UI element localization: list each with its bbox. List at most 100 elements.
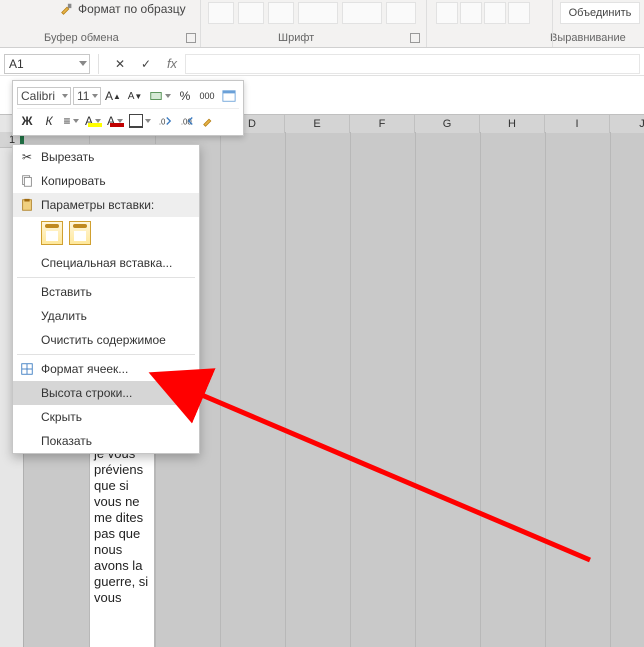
ribbon-button[interactable] xyxy=(238,2,264,24)
group-label-clipboard: Буфер обмена xyxy=(44,32,119,44)
align-button[interactable]: ≡ xyxy=(61,111,81,131)
svg-text:.0: .0 xyxy=(159,117,166,126)
ctx-label: Очистить содержимое xyxy=(41,333,166,347)
ribbon: Формат по образцу Буфер обмена Шрифт Выр… xyxy=(0,0,644,48)
ribbon-button[interactable] xyxy=(208,2,234,24)
ctx-label: Копировать xyxy=(41,174,106,188)
ctx-label: Вставить xyxy=(41,285,92,299)
accounting-format-button[interactable] xyxy=(147,86,173,106)
dialog-launcher-clipboard-icon[interactable] xyxy=(186,33,196,43)
copy-icon xyxy=(19,173,35,189)
gridline xyxy=(220,132,221,647)
ctx-label: Параметры вставки: xyxy=(41,198,154,212)
ctx-label: Скрыть xyxy=(41,410,82,424)
gridline xyxy=(545,132,546,647)
ctx-clear[interactable]: Очистить содержимое xyxy=(13,328,199,352)
group-label-font: Шрифт xyxy=(278,32,314,44)
name-box-value: A1 xyxy=(9,57,24,71)
ribbon-button[interactable] xyxy=(386,2,416,24)
ctx-show[interactable]: Показать xyxy=(13,429,199,453)
ctx-copy[interactable]: Копировать xyxy=(13,169,199,193)
bold-button[interactable]: Ж xyxy=(17,111,37,131)
format-cells-icon xyxy=(19,361,35,377)
ctx-insert[interactable]: Вставить xyxy=(13,280,199,304)
dialog-launcher-font-icon[interactable] xyxy=(410,33,420,43)
gridline xyxy=(350,132,351,647)
chevron-down-icon xyxy=(79,61,87,66)
ctx-hide[interactable]: Скрыть xyxy=(13,405,199,429)
ribbon-separator xyxy=(200,0,201,47)
ribbon-separator xyxy=(552,0,553,47)
ribbon-button[interactable] xyxy=(298,2,338,24)
enter-icon[interactable]: ✓ xyxy=(139,57,153,71)
column-header-h[interactable]: H xyxy=(480,115,545,133)
chevron-down-icon xyxy=(92,94,98,98)
fill-color-button[interactable]: A xyxy=(83,111,103,131)
ctx-format-cells[interactable]: Формат ячеек... xyxy=(13,357,199,381)
ribbon-button[interactable] xyxy=(460,2,482,24)
font-size-select[interactable]: 11 xyxy=(73,87,101,105)
paste-option-default[interactable] xyxy=(41,221,63,245)
format-painter-mini-button[interactable] xyxy=(199,111,219,131)
paste-option-values[interactable] xyxy=(69,221,91,245)
ribbon-button[interactable] xyxy=(508,2,530,24)
format-table-button[interactable] xyxy=(219,86,239,106)
clipboard-icon xyxy=(19,197,35,213)
gridline xyxy=(285,132,286,647)
ctx-paste-options-header: Параметры вставки: xyxy=(13,193,199,217)
column-header-e[interactable]: E xyxy=(285,115,350,133)
context-menu: ✂ Вырезать Копировать Параметры вставки:… xyxy=(12,144,200,454)
borders-button[interactable] xyxy=(127,111,153,131)
ctx-row-height[interactable]: Высота строки... xyxy=(13,381,199,405)
grow-font-button[interactable]: A▲ xyxy=(103,86,123,106)
gridline xyxy=(415,132,416,647)
ctx-label: Высота строки... xyxy=(41,386,132,400)
borders-icon xyxy=(129,114,143,128)
merge-cells-button[interactable]: Объединить xyxy=(560,2,640,24)
name-box[interactable]: A1 xyxy=(4,54,90,74)
format-painter-button[interactable]: Формат по образцу xyxy=(60,2,186,16)
separator xyxy=(98,54,99,74)
scissors-icon: ✂ xyxy=(19,149,35,165)
decrease-decimal-button[interactable]: .00 xyxy=(177,111,197,131)
ctx-paste-options-icons xyxy=(13,217,199,251)
chevron-down-icon xyxy=(62,94,68,98)
column-header-f[interactable]: F xyxy=(350,115,415,133)
formula-bar-input[interactable] xyxy=(185,54,640,74)
gridline xyxy=(480,132,481,647)
ribbon-separator xyxy=(426,0,427,47)
format-painter-label: Формат по образцу xyxy=(78,2,186,16)
cancel-icon[interactable]: ✕ xyxy=(113,57,127,71)
column-header-j[interactable]: J xyxy=(610,115,644,133)
ctx-label: Удалить xyxy=(41,309,87,323)
ctx-cut[interactable]: ✂ Вырезать xyxy=(13,145,199,169)
percent-button[interactable]: % xyxy=(175,86,195,106)
font-name-select[interactable]: Calibri xyxy=(17,87,71,105)
ctx-label: Вырезать xyxy=(41,150,94,164)
ribbon-button[interactable] xyxy=(268,2,294,24)
italic-button[interactable]: К xyxy=(39,111,59,131)
cell-b1[interactable]: je vous préviens que si vous ne me dites… xyxy=(89,443,155,647)
ctx-label: Показать xyxy=(41,434,92,448)
ctx-label: Специальная вставка... xyxy=(41,256,172,270)
fx-icon[interactable]: fx xyxy=(165,57,179,71)
mini-toolbar: Calibri 11 A▲ A▼ % 000 Ж К ≡ A A .0 .00 xyxy=(12,80,244,136)
ctx-delete[interactable]: Удалить xyxy=(13,304,199,328)
column-header-i[interactable]: I xyxy=(545,115,610,133)
ribbon-button[interactable] xyxy=(484,2,506,24)
ribbon-button[interactable] xyxy=(342,2,382,24)
cell-text: je vous préviens que si vous ne me dites… xyxy=(94,446,148,605)
ribbon-button[interactable] xyxy=(436,2,458,24)
column-header-g[interactable]: G xyxy=(415,115,480,133)
font-color-button[interactable]: A xyxy=(105,111,125,131)
gridline xyxy=(610,132,611,647)
group-label-align: Выравнивание xyxy=(550,32,626,44)
increase-decimal-button[interactable]: .0 xyxy=(155,111,175,131)
formula-bar-row: A1 ✕ ✓ fx xyxy=(0,52,644,76)
shrink-font-button[interactable]: A▼ xyxy=(125,86,145,106)
ctx-label: Формат ячеек... xyxy=(41,362,128,376)
separator xyxy=(17,354,195,355)
paintbrush-icon xyxy=(60,2,74,16)
ctx-paste-special[interactable]: Специальная вставка... xyxy=(13,251,199,275)
comma-style-button[interactable]: 000 xyxy=(197,86,217,106)
